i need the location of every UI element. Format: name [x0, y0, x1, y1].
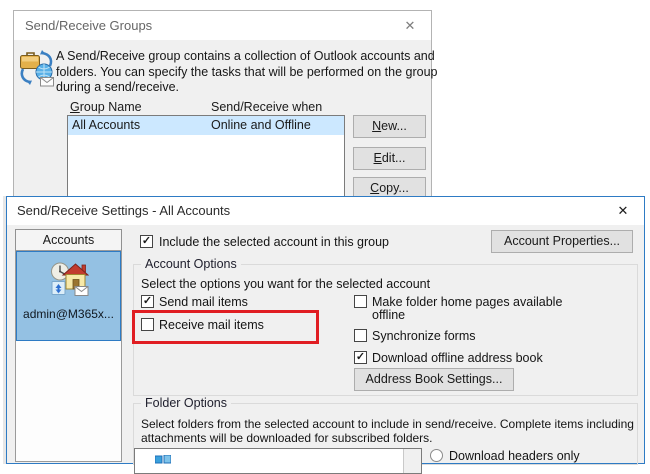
group-list-row-all-accounts[interactable]: All Accounts Online and Offline — [68, 116, 344, 135]
synchronize-forms-checkbox[interactable] — [354, 329, 367, 342]
send-receive-groups-icon — [19, 48, 55, 93]
send-receive-settings-dialog: Send/Receive Settings - All Accounts ✕ A… — [6, 196, 645, 474]
address-book-settings-button[interactable]: Address Book Settings... — [354, 368, 514, 391]
folder-options-description-line1: Select folders from the selected account… — [141, 417, 634, 431]
dialog1-description-line1: A Send/Receive group contains a collecti… — [56, 49, 435, 63]
synchronize-forms-label: Synchronize forms — [372, 329, 476, 343]
dialog2-titlebar[interactable]: Send/Receive Settings - All Accounts ✕ — [7, 197, 644, 225]
dialog1-description-line2: folders. You can specify the tasks that … — [56, 64, 438, 79]
folder-options-legend: Folder Options — [141, 396, 231, 410]
folder-home-pages-label-line2: offline — [372, 308, 406, 322]
exchange-account-icon — [50, 262, 89, 296]
download-offline-address-book-label: Download offline address book — [372, 351, 543, 365]
dialog2-close-icon[interactable]: ✕ — [602, 197, 644, 225]
send-mail-items-checkbox[interactable]: ✓ — [141, 295, 154, 308]
download-option-radio[interactable] — [430, 449, 443, 462]
account-options-instruction: Select the options you want for the sele… — [141, 277, 431, 291]
dialog1-titlebar[interactable]: Send/Receive Groups ✕ — [14, 11, 431, 40]
account-tile-selected[interactable]: admin@M365x... — [16, 251, 121, 341]
group-name-cell: All Accounts — [72, 118, 141, 132]
accounts-header-button[interactable]: Accounts — [15, 229, 122, 251]
account-options-legend: Account Options — [141, 257, 241, 271]
folder-options-description-line2: attachments will be downloaded for subsc… — [141, 431, 433, 445]
folder-list-scrollbar[interactable] — [403, 449, 421, 473]
new-button[interactable]: New... — [353, 115, 426, 138]
folder-list-partial[interactable] — [134, 448, 422, 474]
column-header-group-name: Group Name — [70, 100, 142, 114]
folder-options-description: Select folders from the selected account… — [141, 417, 634, 445]
screenshot-root: { "colors": { "highlight_red": "#e01d22"… — [0, 0, 650, 474]
folder-home-pages-checkbox[interactable] — [354, 295, 367, 308]
account-name-label: admin@M365x... — [23, 307, 114, 321]
edit-button[interactable]: Edit... — [353, 147, 426, 170]
download-offline-address-book-checkbox[interactable]: ✓ — [354, 351, 367, 364]
download-option-label: Download headers only — [449, 449, 580, 463]
dialog1-title: Send/Receive Groups — [25, 18, 153, 33]
receive-mail-highlight-box — [132, 310, 319, 344]
account-options-group: Account Options Select the options you w… — [132, 257, 638, 396]
send-mail-items-label: Send mail items — [159, 295, 248, 309]
dialog1-close-icon[interactable]: ✕ — [389, 11, 431, 40]
include-account-label: Include the selected account in this gro… — [159, 235, 390, 249]
folder-home-pages-label-line1: Make folder home pages available — [372, 295, 563, 309]
include-account-checkbox[interactable]: ✓ — [140, 235, 153, 248]
send-receive-when-cell: Online and Offline — [211, 118, 311, 132]
column-header-send-receive-when: Send/Receive when — [211, 100, 323, 114]
folder-options-group: Folder Options Select folders from the s… — [133, 396, 638, 474]
dialog1-description: A Send/Receive group contains a collecti… — [56, 49, 437, 96]
dialog2-title: Send/Receive Settings - All Accounts — [17, 203, 231, 218]
account-properties-button[interactable]: Account Properties... — [491, 230, 633, 253]
dialog1-description-line3: during a send/receive. — [56, 80, 179, 94]
